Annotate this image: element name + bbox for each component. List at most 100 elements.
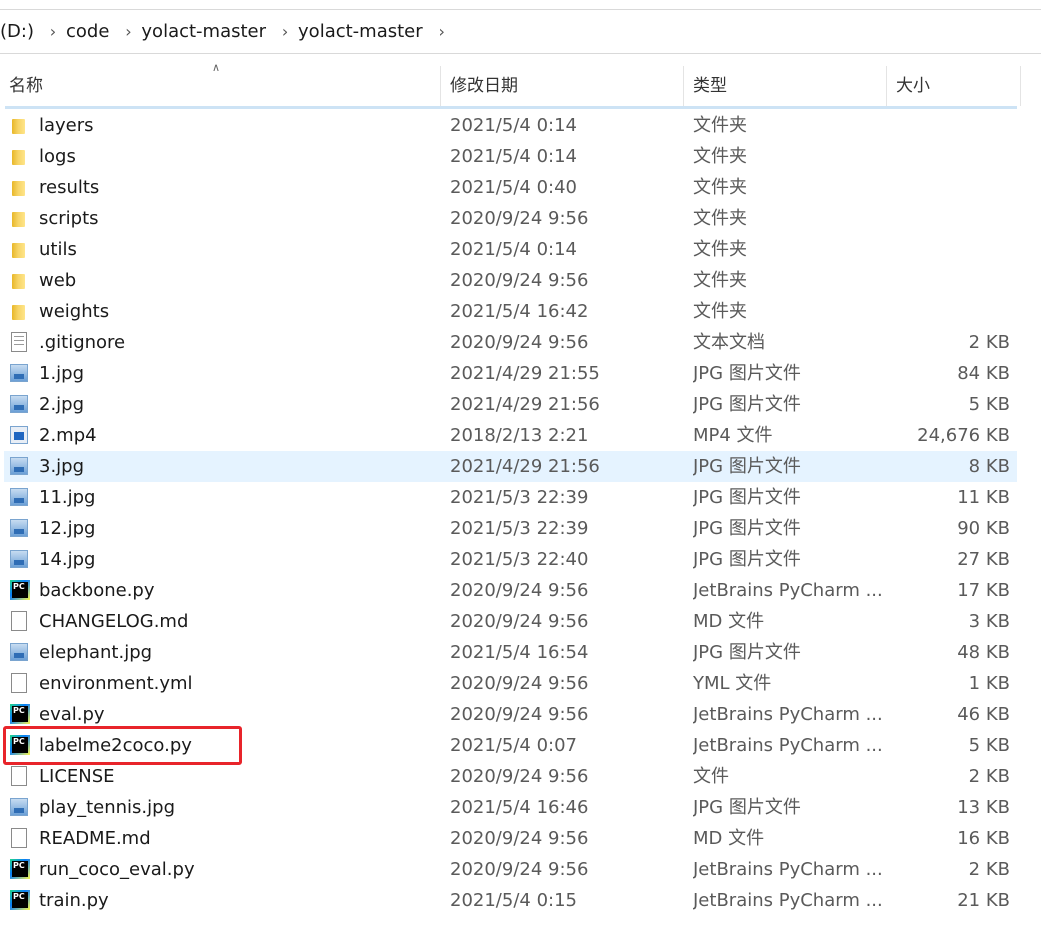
chevron-right-icon[interactable]: › [270, 22, 298, 41]
file-row[interactable]: 14.jpg 2021/5/3 22:40 JPG 图片文件 27 KB [4, 544, 1017, 575]
column-header-name[interactable]: ∧ 名称 [0, 62, 441, 106]
file-name: environment.yml [39, 673, 193, 694]
file-icon-cell [9, 513, 31, 544]
file-icon-cell [9, 265, 31, 296]
file-type: JetBrains PyCharm ... [693, 735, 883, 756]
file-row[interactable]: backbone.py 2020/9/24 9:56 JetBrains PyCha… [4, 575, 1017, 606]
breadcrumb-item-yolact-master[interactable]: yolact-master [141, 21, 270, 42]
chevron-right-icon[interactable]: › [427, 22, 455, 41]
file-size: 13 KB [957, 797, 1010, 818]
file-name: 2.mp4 [39, 425, 97, 446]
file-row[interactable]: 11.jpg 2021/5/3 22:39 JPG 图片文件 11 KB [4, 482, 1017, 513]
file-row[interactable]: 12.jpg 2021/5/3 22:39 JPG 图片文件 90 KB [4, 513, 1017, 544]
image-file-icon [10, 643, 28, 661]
file-row[interactable]: results 2021/5/4 0:40 文件夹 [4, 172, 1017, 203]
file-type: JPG 图片文件 [693, 642, 801, 663]
file-row[interactable]: 2.jpg 2021/4/29 21:56 JPG 图片文件 5 KB [4, 389, 1017, 420]
file-row[interactable]: elephant.jpg 2021/5/4 16:54 JPG 图片文件 48 KB [4, 637, 1017, 668]
file-row[interactable]: scripts 2020/9/24 9:56 文件夹 [4, 203, 1017, 234]
file-name: 12.jpg [39, 518, 96, 539]
file-date: 2020/9/24 9:56 [450, 208, 589, 229]
file-type: JetBrains PyCharm ... [693, 890, 883, 911]
file-type: JPG 图片文件 [693, 518, 801, 539]
file-date: 2021/4/29 21:56 [450, 456, 600, 477]
file-row[interactable]: 1.jpg 2021/4/29 21:55 JPG 图片文件 84 KB [4, 358, 1017, 389]
file-row[interactable]: logs 2021/5/4 0:14 文件夹 [4, 141, 1017, 172]
image-file-icon [10, 395, 28, 413]
file-icon-cell [9, 296, 31, 327]
file-row[interactable]: CHANGELOG.md 2020/9/24 9:56 MD 文件 3 KB [4, 606, 1017, 637]
file-row[interactable]: train.py 2021/5/4 0:15 JetBrains PyCharm .… [4, 885, 1017, 916]
pycharm-file-icon [10, 580, 30, 600]
breadcrumb-drive[interactable]: (D:) [0, 21, 38, 42]
file-size [884, 203, 1010, 234]
file-name: elephant.jpg [39, 642, 153, 663]
chevron-right-icon[interactable]: › [113, 22, 141, 41]
file-icon-cell [9, 110, 31, 141]
file-name: 11.jpg [39, 487, 96, 508]
file-icon-cell [9, 172, 31, 203]
folder-icon [12, 181, 25, 196]
file-date: 2021/5/3 22:40 [450, 549, 589, 570]
file-row[interactable]: 3.jpg 2021/4/29 21:56 JPG 图片文件 8 KB [4, 451, 1017, 482]
folder-icon [12, 212, 25, 227]
file-row[interactable]: web 2020/9/24 9:56 文件夹 [4, 265, 1017, 296]
file-type: 文件夹 [693, 239, 747, 260]
file-date: 2021/5/4 0:07 [450, 735, 577, 756]
file-name: run_coco_eval.py [39, 859, 195, 880]
file-row[interactable]: utils 2021/5/4 0:14 文件夹 [4, 234, 1017, 265]
file-name: backbone.py [39, 580, 155, 601]
video-file-icon [10, 426, 28, 444]
file-size: 3 KB [968, 611, 1010, 632]
image-file-icon [10, 519, 28, 537]
breadcrumb-item-code[interactable]: code [66, 21, 113, 42]
file-type: 文件夹 [693, 270, 747, 291]
file-icon-cell [9, 544, 31, 575]
file-date: 2020/9/24 9:56 [450, 580, 589, 601]
file-icon-cell [9, 668, 31, 699]
pycharm-file-icon [10, 890, 30, 910]
file-row[interactable]: README.md 2020/9/24 9:56 MD 文件 16 KB [4, 823, 1017, 854]
file-row[interactable]: .gitignore 2020/9/24 9:56 文本文档 2 KB [4, 327, 1017, 358]
file-type: MP4 文件 [693, 425, 773, 446]
pycharm-file-icon [10, 704, 30, 724]
file-date: 2020/9/24 9:56 [450, 332, 589, 353]
sort-ascending-icon: ∧ [212, 61, 221, 74]
file-name: 14.jpg [39, 549, 96, 570]
file-row[interactable]: play_tennis.jpg 2021/5/4 16:46 JPG 图片文件 13 … [4, 792, 1017, 823]
file-type: 文件夹 [693, 115, 747, 136]
file-row[interactable]: 2.mp4 2018/2/13 2:21 MP4 文件 24,676 KB [4, 420, 1017, 451]
file-icon-cell [9, 141, 31, 172]
file-icon-cell [9, 761, 31, 792]
file-date: 2021/5/3 22:39 [450, 518, 589, 539]
column-header-date[interactable]: 修改日期 [441, 66, 684, 106]
file-type: JPG 图片文件 [693, 456, 801, 477]
file-size: 24,676 KB [917, 425, 1010, 446]
file-date: 2020/9/24 9:56 [450, 673, 589, 694]
file-icon-cell [9, 823, 31, 854]
blank-file-icon [11, 766, 27, 786]
file-size: 84 KB [957, 363, 1010, 384]
folder-icon [12, 305, 25, 320]
chevron-right-icon[interactable]: › [38, 22, 66, 41]
folder-icon [12, 274, 25, 289]
file-row[interactable]: LICENSE 2020/9/24 9:56 文件 2 KB [4, 761, 1017, 792]
breadcrumb-item-yolact-master-inner[interactable]: yolact-master [298, 21, 427, 42]
file-row[interactable]: run_coco_eval.py 2020/9/24 9:56 JetBrains … [4, 854, 1017, 885]
file-row[interactable]: weights 2021/5/4 16:42 文件夹 [4, 296, 1017, 327]
file-icon-cell [9, 389, 31, 420]
file-type: 文本文档 [693, 332, 765, 353]
file-name: play_tennis.jpg [39, 797, 176, 818]
column-header-type[interactable]: 类型 [684, 66, 887, 106]
file-date: 2021/5/4 0:14 [450, 115, 577, 136]
file-type: JetBrains PyCharm ... [693, 859, 883, 880]
column-header-size[interactable]: 大小 [887, 66, 1021, 106]
folder-icon [12, 150, 25, 165]
file-row[interactable]: layers 2021/5/4 0:14 文件夹 [4, 110, 1017, 141]
folder-icon [12, 119, 25, 134]
file-icon-cell [9, 606, 31, 637]
address-bar[interactable]: (D:) › code › yolact-master › yolact-mas… [0, 9, 1041, 54]
file-type: JPG 图片文件 [693, 549, 801, 570]
file-row[interactable]: environment.yml 2020/9/24 9:56 YML 文件 1 KB [4, 668, 1017, 699]
file-icon-cell [9, 420, 31, 451]
